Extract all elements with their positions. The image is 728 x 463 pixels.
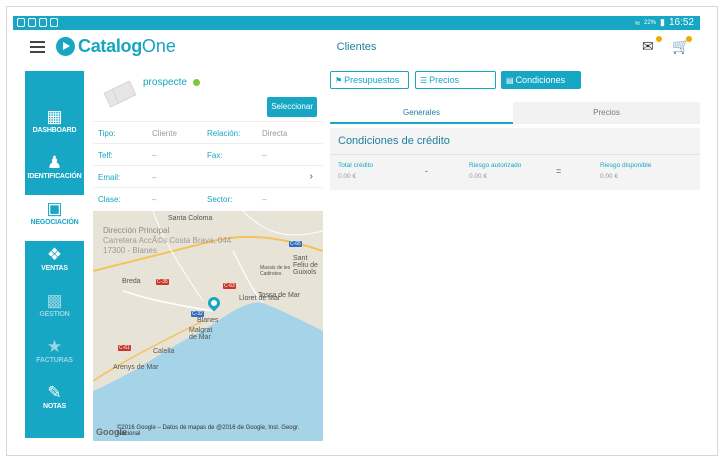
address-line-1: Carretera AccÃ©s Costa Brava, 044 xyxy=(103,236,232,245)
notes-icon: ✎ xyxy=(47,383,62,402)
map-place-label: Malgrat de Mar xyxy=(189,327,213,341)
notification-icon xyxy=(50,18,58,27)
bar-chart-icon: ▦ xyxy=(46,107,63,126)
star-icon: ★ xyxy=(46,337,63,356)
authorized-risk: Riesgo autorizado 0.00 € xyxy=(469,162,522,180)
map-road-label: C-35 xyxy=(156,279,169,285)
battery-icon: ▮ xyxy=(660,17,665,27)
status-bar: ≈ 22% ▮ 16:52 xyxy=(13,16,700,30)
cart-icon[interactable]: 🛒 xyxy=(672,36,692,56)
map-place-label: Arenys de Mar xyxy=(113,364,159,371)
sidebar-item-gestion[interactable]: ▩ GESTION xyxy=(25,287,84,333)
client-avatar xyxy=(102,80,137,110)
clock: 16:52 xyxy=(668,17,694,28)
mail-sync-icon[interactable]: ✉ xyxy=(642,36,662,56)
field-row-email[interactable]: Email: – › xyxy=(93,165,323,187)
address-title: Dirección Principal xyxy=(103,226,170,235)
notification-icon xyxy=(28,18,36,27)
map-place-label: Santa Coloma xyxy=(168,215,213,222)
page-title: Clientes xyxy=(336,41,377,53)
money-icon: ☰ xyxy=(420,76,428,85)
chevron-right-icon[interactable]: › xyxy=(310,171,313,182)
divider xyxy=(330,154,700,155)
tab-precios[interactable]: ☰ Precios xyxy=(415,71,496,89)
sidebar-item-ventas[interactable]: ❖ VENTAS xyxy=(25,241,84,287)
person-icon: ♟ xyxy=(46,153,63,172)
map-road-label: C-63 xyxy=(223,283,236,289)
map-copyright: ©2016 Google – Datos de mapas de @2016 d… xyxy=(117,425,300,437)
wifi-icon: ≈ xyxy=(635,17,640,28)
negotiation-panel: ⚑ Presupuestos ☰ Precios ▤ Condiciones Gene… xyxy=(330,71,700,441)
credit-conditions-card: Condiciones de crédito Total crédito 0.0… xyxy=(330,128,700,190)
select-button[interactable]: Seleccionar xyxy=(267,97,317,117)
map-place-label: Blanes xyxy=(197,317,219,324)
sidebar-item-negociacion[interactable]: ▣ NEGOCIACIÓN xyxy=(25,195,84,241)
subtab-bar: Generales Precios xyxy=(330,102,700,124)
handshake-icon: ❖ xyxy=(46,245,63,264)
equals-sign: = xyxy=(556,166,562,176)
document-icon: ▤ xyxy=(506,76,514,85)
tab-presupuestos[interactable]: ⚑ Presupuestos xyxy=(330,71,409,89)
field-row-clase: Clase: – Sector: – xyxy=(93,187,323,209)
map-place-label: Tossa de Mar xyxy=(258,292,301,299)
map-road-label: C-65 xyxy=(289,241,302,247)
map-place-label: Massis de les Cadiretes xyxy=(260,265,291,277)
tab-condiciones[interactable]: ▤ Condiciones xyxy=(501,71,581,89)
sidebar-item-dashboard[interactable]: ▦ DASHBOARD xyxy=(25,103,84,149)
client-card: prospecte Seleccionar Tipo: Cliente Rela… xyxy=(93,71,323,441)
field-row-tipo: Tipo: Cliente Relación: Directa xyxy=(93,121,323,143)
battery-percent: 22% xyxy=(644,19,657,26)
notification-icons xyxy=(17,18,58,27)
available-risk: Riesgo disponible 0.00 € xyxy=(600,162,652,180)
building-icon: ▩ xyxy=(46,291,63,310)
sidebar-item-notas[interactable]: ✎ NOTAS xyxy=(25,379,84,425)
total-credit: Total crédito 0.00 € xyxy=(338,162,374,180)
client-name: prospecte xyxy=(143,77,200,88)
notification-icon xyxy=(39,18,47,27)
notification-icon xyxy=(17,18,25,27)
map-place-label: Calella xyxy=(153,348,175,355)
briefcase-icon: ▣ xyxy=(46,199,63,218)
credit-title: Condiciones de crédito xyxy=(338,135,450,147)
map-road-label: C-61 xyxy=(118,345,131,351)
app-bar: Catalog One Clientes ✉ 🛒 xyxy=(13,30,700,66)
field-row-telf: Telf: – Fax: – xyxy=(93,143,323,165)
sidebar-item-facturas[interactable]: ★ FACTURAS xyxy=(25,333,84,379)
map-place-label: Sant Feliu de Guixols xyxy=(293,255,318,276)
status-dot xyxy=(192,79,200,86)
address-line-2: 17300 - Blanes xyxy=(103,246,157,255)
subtab-generales[interactable]: Generales xyxy=(330,102,513,124)
sidebar-item-identificacion[interactable]: ♟ IDENTIFICACIÓN xyxy=(25,149,84,195)
map-place-label: Breda xyxy=(122,278,141,285)
tag-icon: ⚑ xyxy=(335,76,343,85)
minus-sign: - xyxy=(425,166,428,176)
subtab-precios[interactable]: Precios xyxy=(513,102,700,124)
map-road-label: C-32 xyxy=(191,311,204,317)
address-map[interactable]: Dirección Principal Carretera AccÃ©s Cos… xyxy=(93,211,323,441)
sidebar: ▦ DASHBOARD ♟ IDENTIFICACIÓN ▣ NEGOCIACI… xyxy=(25,71,84,438)
